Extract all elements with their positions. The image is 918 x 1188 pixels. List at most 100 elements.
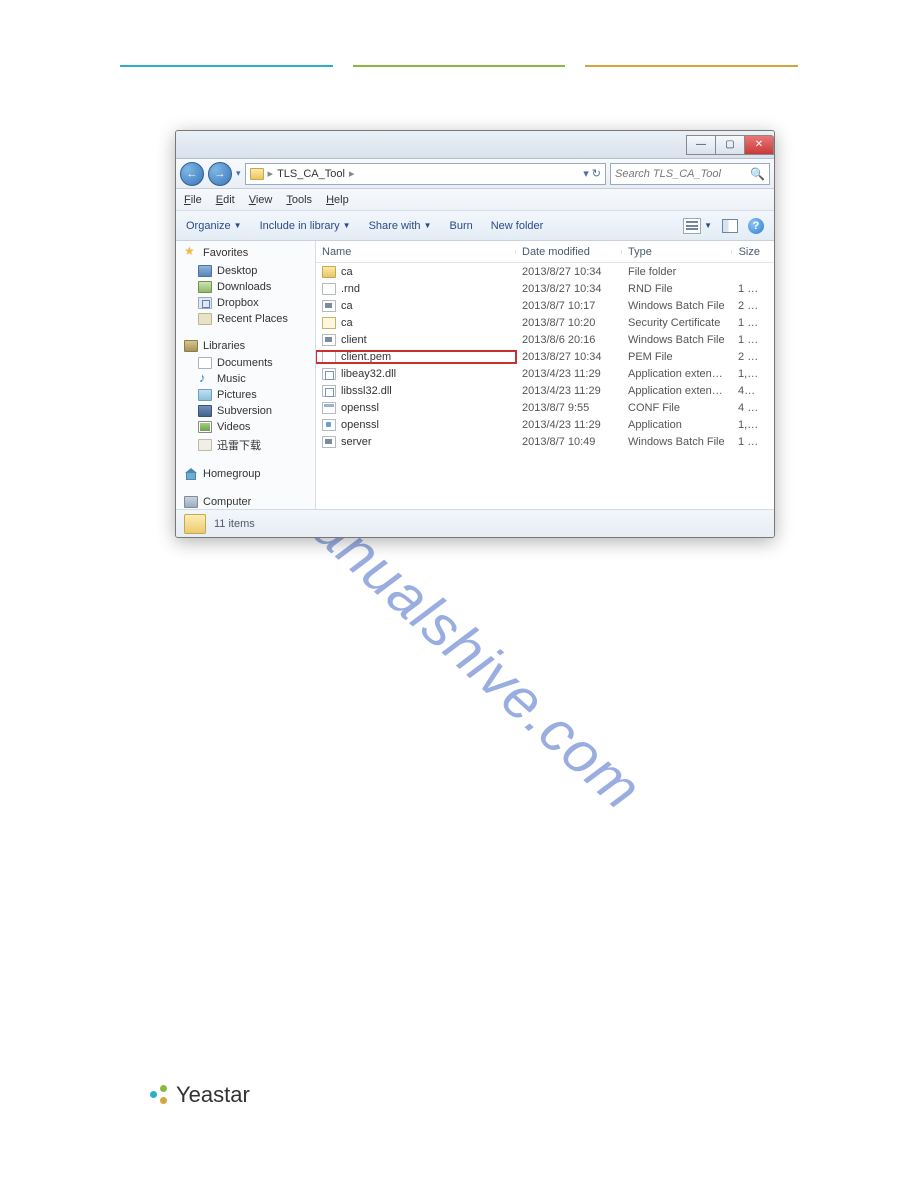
file-icon	[322, 317, 336, 329]
file-name: openssl	[341, 402, 379, 414]
breadcrumb-sep: ▸	[268, 167, 274, 180]
file-date: 2013/8/7 9:55	[516, 402, 622, 414]
item-count: 11 items	[214, 518, 255, 530]
download-icon	[198, 439, 212, 451]
view-options-button[interactable]: ▼	[683, 218, 712, 234]
menu-tools[interactable]: Tools	[286, 194, 312, 206]
menu-view[interactable]: View	[249, 194, 273, 206]
brand-name: Yeastar	[176, 1082, 250, 1108]
computer-icon	[184, 496, 198, 508]
close-button[interactable]: ✕	[744, 135, 774, 155]
file-type: File folder	[622, 266, 732, 278]
maximize-button[interactable]: ▢	[715, 135, 745, 155]
videos-icon	[198, 421, 212, 433]
file-date: 2013/8/7 10:49	[516, 436, 622, 448]
menu-help[interactable]: Help	[326, 194, 349, 206]
file-row[interactable]: ca2013/8/7 10:17Windows Batch File2 KB	[316, 297, 774, 314]
forward-button[interactable]: →	[208, 162, 232, 186]
file-row[interactable]: libssl32.dll2013/4/23 11:29Application e…	[316, 382, 774, 399]
sidebar-item-desktop[interactable]: Desktop	[176, 263, 315, 279]
file-name: openssl	[341, 419, 379, 431]
page-divider	[120, 65, 798, 67]
help-button[interactable]: ?	[748, 218, 764, 234]
menu-edit[interactable]: Edit	[216, 194, 235, 206]
history-dropdown[interactable]: ▾	[236, 168, 241, 179]
sidebar-homegroup[interactable]: Homegroup	[176, 465, 315, 483]
file-type: Windows Batch File	[622, 436, 732, 448]
star-icon	[184, 246, 198, 260]
file-list: Name Date modified Type Size ca2013/8/27…	[316, 241, 774, 509]
file-name: client.pem	[341, 351, 391, 363]
address-bar[interactable]: ▸ TLS_CA_Tool ▸ ▾ ↻	[245, 163, 606, 185]
column-size[interactable]: Size	[732, 246, 774, 258]
minimize-button[interactable]: —	[686, 135, 716, 155]
file-row[interactable]: client.pem2013/8/27 10:34PEM File2 KB	[316, 348, 774, 365]
file-row[interactable]: openssl2013/8/7 9:55CONF File4 KB	[316, 399, 774, 416]
file-row[interactable]: .rnd2013/8/27 10:34RND File1 KB	[316, 280, 774, 297]
file-row[interactable]: ca2013/8/27 10:34File folder	[316, 263, 774, 280]
file-type: Windows Batch File	[622, 334, 732, 346]
sidebar-item-music[interactable]: Music	[176, 371, 315, 387]
sidebar-item-dropbox[interactable]: Dropbox	[176, 295, 315, 311]
breadcrumb-folder[interactable]: TLS_CA_Tool	[277, 168, 345, 180]
downloads-icon	[198, 281, 212, 293]
file-icon	[322, 300, 336, 312]
sidebar-item-pictures[interactable]: Pictures	[176, 387, 315, 403]
file-row[interactable]: ca2013/8/7 10:20Security Certificate1 KB	[316, 314, 774, 331]
file-size: 1 KB	[732, 436, 774, 448]
new-folder-button[interactable]: New folder	[491, 220, 544, 232]
titlebar: — ▢ ✕	[176, 131, 774, 159]
file-icon	[322, 266, 336, 278]
file-date: 2013/4/23 11:29	[516, 419, 622, 431]
burn-button[interactable]: Burn	[449, 220, 472, 232]
sidebar-item-videos[interactable]: Videos	[176, 419, 315, 435]
file-icon	[322, 402, 336, 414]
column-headers: Name Date modified Type Size	[316, 241, 774, 263]
music-icon	[198, 373, 212, 385]
menu-file[interactable]: FFileile	[184, 194, 202, 206]
refresh-dropdown[interactable]: ▾ ↻	[583, 167, 601, 180]
file-size: 4 KB	[732, 402, 774, 414]
homegroup-icon	[184, 468, 198, 480]
file-row[interactable]: client2013/8/6 20:16Windows Batch File1 …	[316, 331, 774, 348]
file-row[interactable]: server2013/8/7 10:49Windows Batch File1 …	[316, 433, 774, 450]
file-icon	[322, 368, 336, 380]
menu-bar: FFileile Edit View Tools Help	[176, 189, 774, 211]
sidebar-item-recent[interactable]: Recent Places	[176, 311, 315, 327]
sidebar-favorites[interactable]: Favorites	[176, 243, 315, 263]
sidebar-item-downloads[interactable]: Downloads	[176, 279, 315, 295]
sidebar-item-documents[interactable]: Documents	[176, 355, 315, 371]
sidebar-item-subversion[interactable]: Subversion	[176, 403, 315, 419]
include-library-button[interactable]: Include in library▼	[260, 220, 351, 232]
nav-bar: ← → ▾ ▸ TLS_CA_Tool ▸ ▾ ↻ Search TLS_CA_…	[176, 159, 774, 189]
divider-seg	[120, 65, 333, 67]
search-input[interactable]: Search TLS_CA_Tool 🔍	[610, 163, 770, 185]
window-controls: — ▢ ✕	[687, 135, 774, 155]
file-size: 2 KB	[732, 351, 774, 363]
organize-button[interactable]: Organize▼	[186, 220, 242, 232]
file-row[interactable]: openssl2013/4/23 11:29Application1,645 K…	[316, 416, 774, 433]
file-row[interactable]: libeay32.dll2013/4/23 11:29Application e…	[316, 365, 774, 382]
brand-logo: Yeastar	[150, 1082, 250, 1108]
dropbox-icon	[198, 297, 212, 309]
file-icon	[322, 351, 336, 363]
sidebar-libraries[interactable]: Libraries	[176, 337, 315, 355]
file-name: libeay32.dll	[341, 368, 396, 380]
file-icon	[322, 283, 336, 295]
share-with-button[interactable]: Share with▼	[369, 220, 432, 232]
file-icon	[322, 385, 336, 397]
column-name[interactable]: Name	[316, 246, 516, 258]
folder-icon	[184, 514, 206, 534]
file-date: 2013/8/27 10:34	[516, 351, 622, 363]
sidebar-computer[interactable]: Computer	[176, 493, 315, 509]
file-size: 478 KB	[732, 385, 774, 397]
file-size: 1 KB	[732, 317, 774, 329]
column-date[interactable]: Date modified	[516, 246, 622, 258]
divider-seg	[353, 65, 566, 67]
file-name: libssl32.dll	[341, 385, 392, 397]
back-button[interactable]: ←	[180, 162, 204, 186]
column-type[interactable]: Type	[622, 246, 732, 258]
preview-pane-button[interactable]	[722, 219, 738, 233]
documents-icon	[198, 357, 212, 369]
sidebar-item-xunlei[interactable]: 迅雷下载	[176, 435, 315, 455]
